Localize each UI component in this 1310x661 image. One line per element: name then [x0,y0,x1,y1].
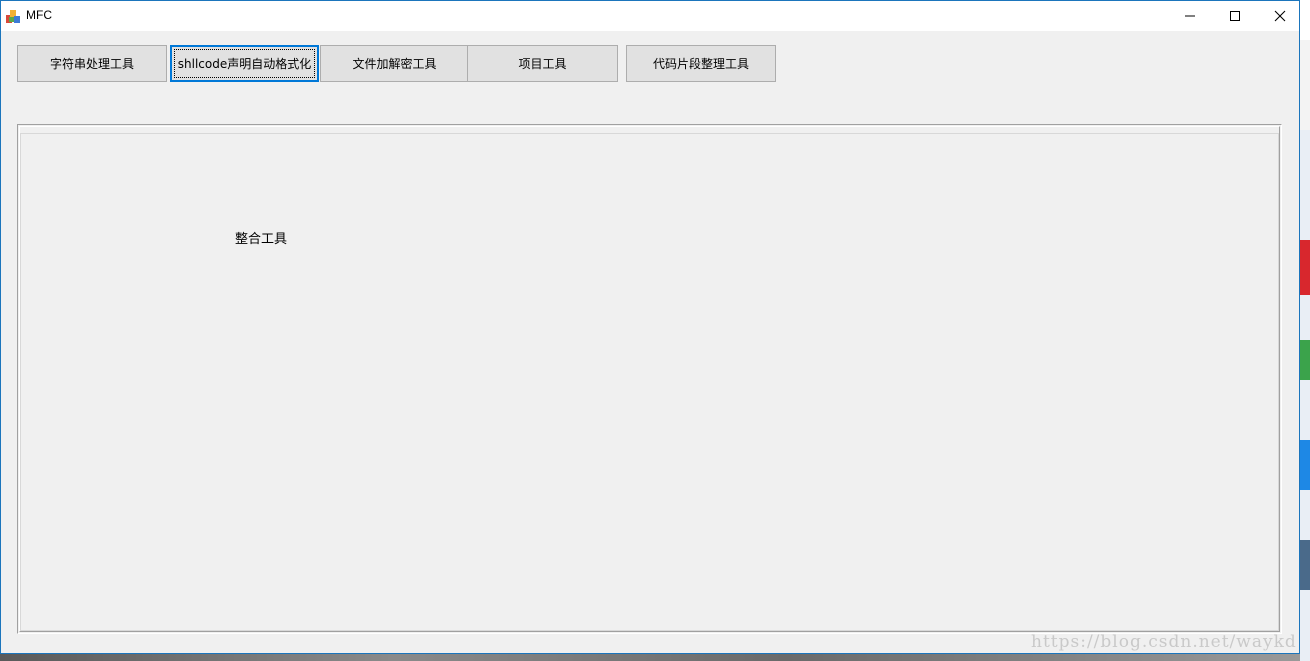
mfc-app-icon [5,8,21,24]
code-snippet-tool-label: 代码片段整理工具 [652,57,749,71]
title-bar[interactable]: MFC [1,1,1299,31]
minimize-icon [1185,15,1195,17]
maximize-button[interactable] [1212,1,1258,31]
minimize-button[interactable] [1167,1,1213,31]
mfc-window: MFC 字符串处理工具 shllcode声明自动格式化 文件加解密工具 项目工具 [0,0,1300,654]
shellcode-format-label: shllcode声明自动格式化 [177,57,312,71]
panel-content-area: 整合工具 [20,133,1279,631]
file-crypto-tool-button[interactable]: 文件加解密工具 [320,45,469,82]
project-tool-button[interactable]: 项目工具 [467,45,618,82]
watermark-text: https://blog.csdn.net/waykd [1031,632,1297,652]
project-tool-label: 项目工具 [518,57,567,71]
string-tool-label: 字符串处理工具 [49,57,134,71]
content-panel: 整合工具 [17,124,1282,634]
shellcode-format-button[interactable]: shllcode声明自动格式化 [170,45,319,82]
file-crypto-tool-label: 文件加解密工具 [352,57,437,71]
close-button[interactable] [1257,1,1303,31]
maximize-icon [1230,11,1240,21]
background-window-strip [1300,0,1310,661]
window-title: MFC [26,8,52,22]
string-tool-button[interactable]: 字符串处理工具 [17,45,167,82]
close-icon [1274,10,1286,22]
code-snippet-tool-button[interactable]: 代码片段整理工具 [626,45,776,82]
integrated-tools-label: 整合工具 [235,232,288,247]
